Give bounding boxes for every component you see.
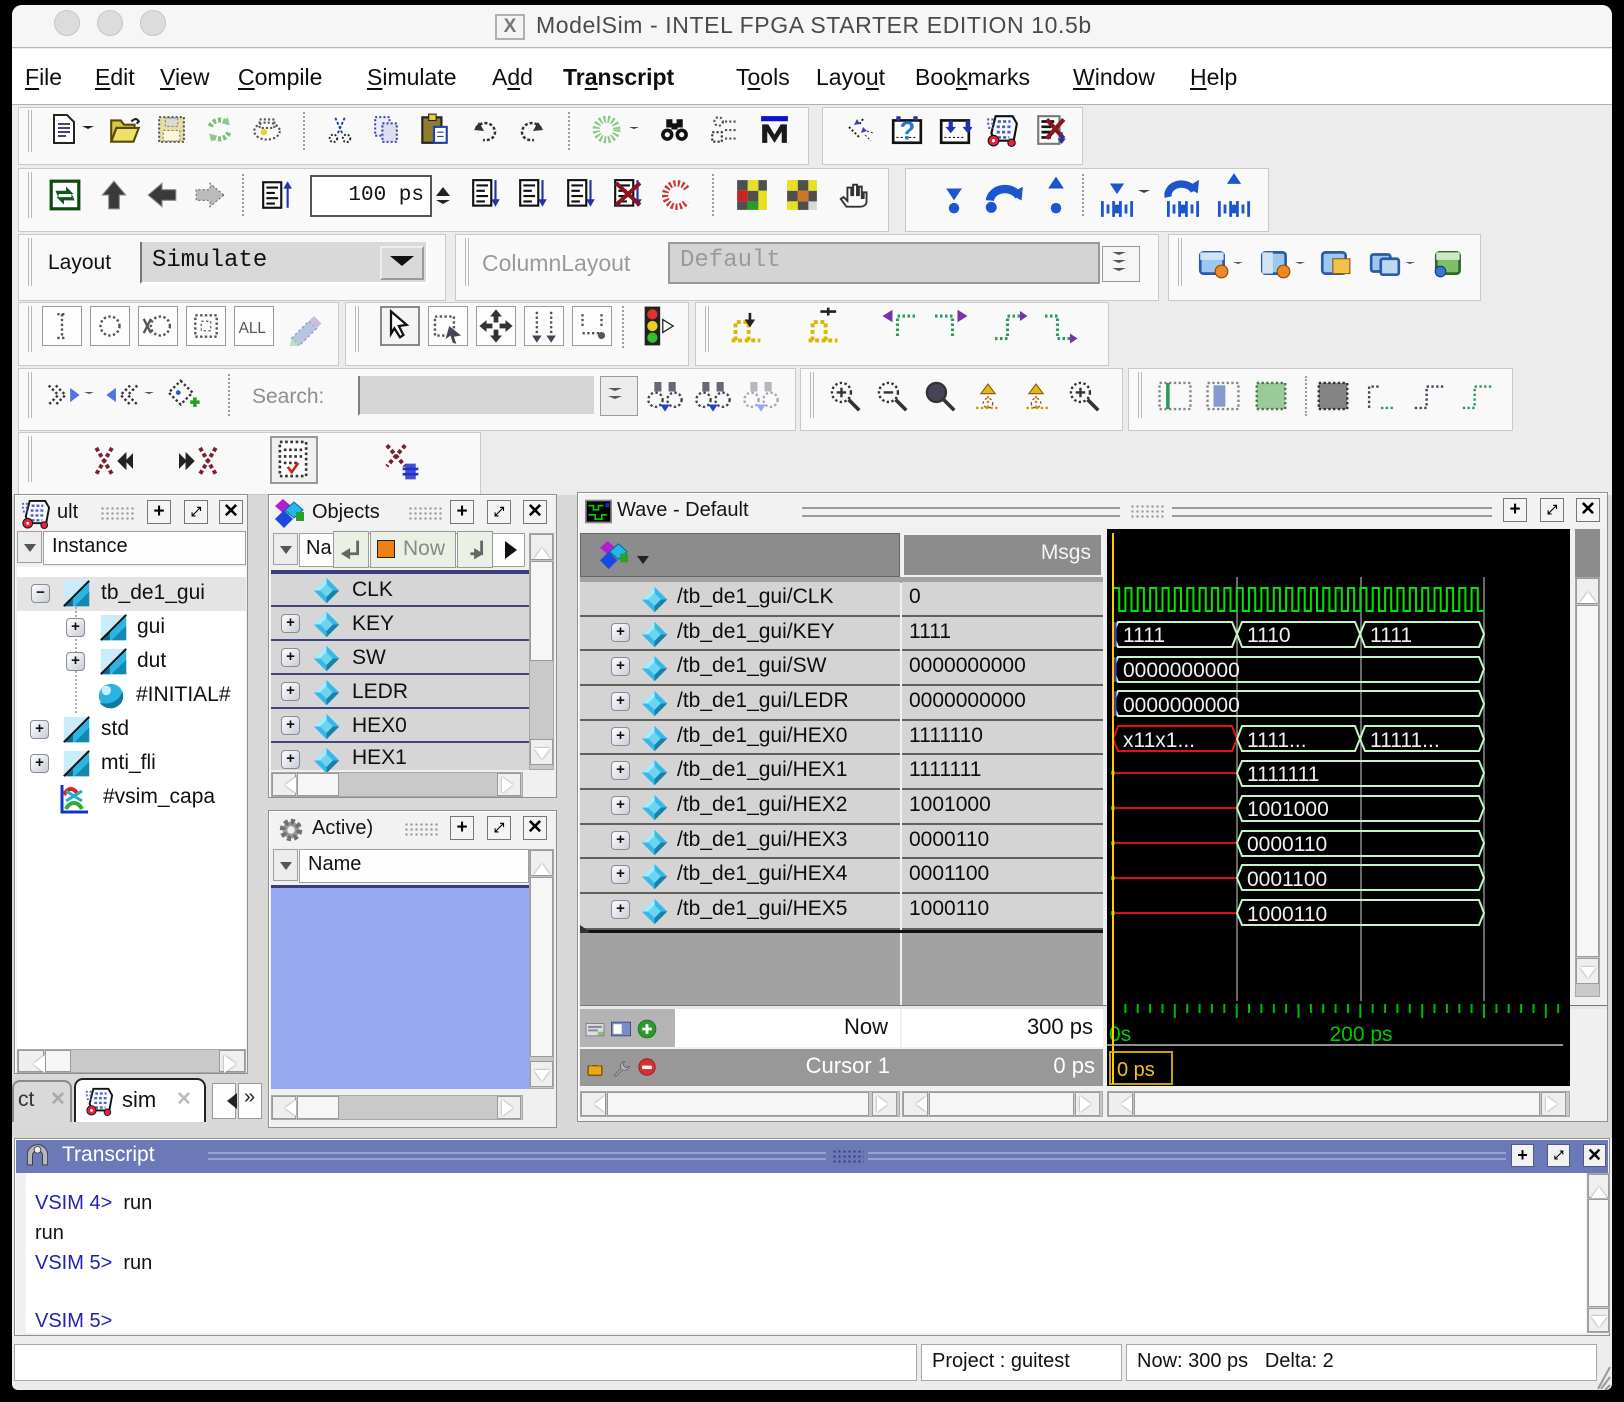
svg-text:1111111: 1111111 — [1247, 763, 1319, 786]
svg-text:200 ps: 200 ps — [1329, 1023, 1392, 1046]
svg-text:1001000: 1001000 — [1247, 798, 1329, 821]
svg-text:0000110: 0000110 — [1247, 833, 1327, 856]
svg-text:1110: 1110 — [1247, 624, 1291, 647]
svg-text:1111...: 1111... — [1247, 729, 1307, 752]
svg-text:0000000000: 0000000000 — [1123, 694, 1240, 717]
svg-text:1111: 1111 — [1123, 624, 1165, 647]
svg-text:x11x1...: x11x1... — [1123, 729, 1195, 752]
svg-text:11111...: 11111... — [1370, 729, 1440, 752]
svg-text:1000110: 1000110 — [1247, 903, 1327, 926]
svg-text:0 ps: 0 ps — [1117, 1059, 1155, 1081]
svg-text:ALL: ALL — [239, 320, 267, 337]
svg-text:1111: 1111 — [1370, 624, 1412, 647]
svg-text:0001100: 0001100 — [1247, 868, 1327, 891]
svg-text:0000000000: 0000000000 — [1123, 659, 1240, 682]
